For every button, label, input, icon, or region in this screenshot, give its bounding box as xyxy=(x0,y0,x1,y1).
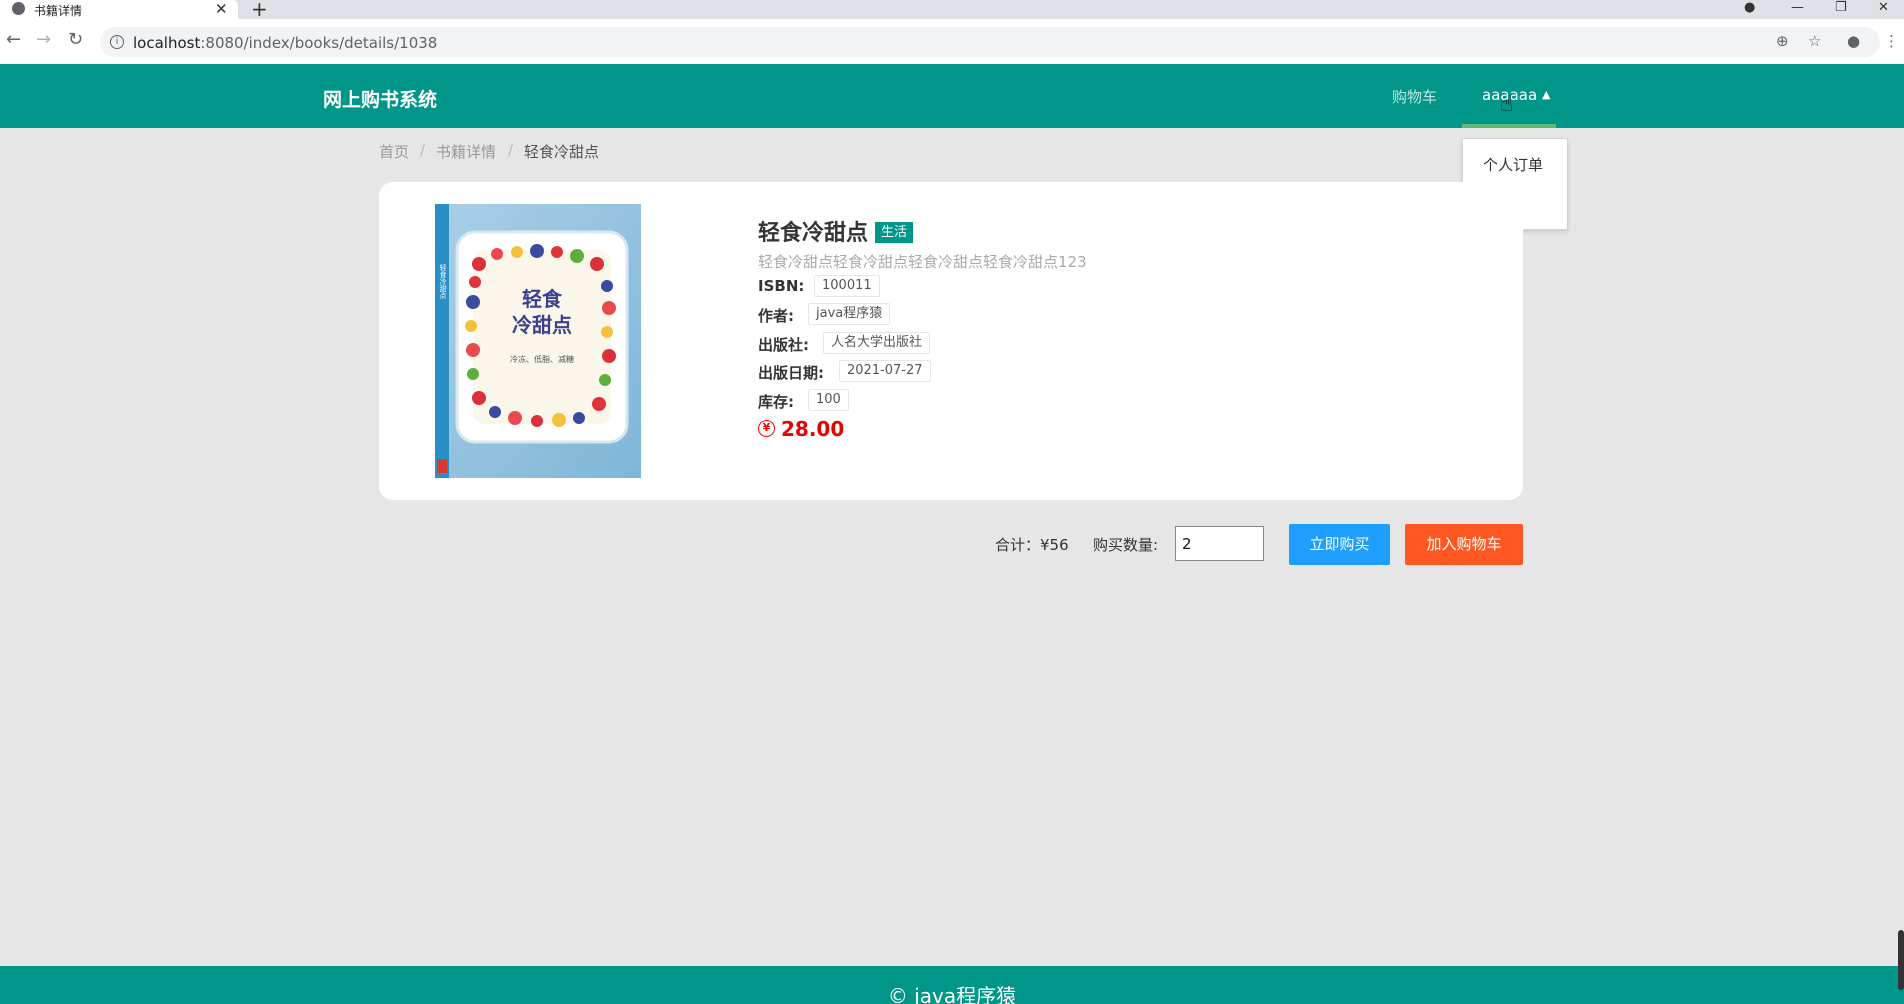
window-close-icon[interactable]: ✕ xyxy=(1878,0,1889,15)
profile-avatar-icon[interactable]: ● xyxy=(1847,32,1860,50)
url-text[interactable]: localhost:8080/index/books/details/1038 xyxy=(133,34,437,52)
profile-dropdown-icon[interactable]: ● xyxy=(1744,0,1755,15)
isbn-value: 100011 xyxy=(814,275,880,297)
nav-cart-link[interactable]: 购物车 xyxy=(1392,86,1437,107)
cover-spine-text: 轻食冷甜点 xyxy=(439,263,447,300)
category-badge: 生活 xyxy=(875,222,914,243)
add-to-cart-button[interactable]: 加入购物车 xyxy=(1405,524,1523,565)
nav-active-indicator xyxy=(1462,124,1556,128)
url-host: localhost xyxy=(133,34,201,52)
menu-kebab-icon[interactable]: ⋮ xyxy=(1884,32,1899,50)
url-path: :8080/index/books/details/1038 xyxy=(200,34,438,52)
total-price: 合计：¥56 xyxy=(995,536,1069,554)
cover-title-line2: 冷甜点 xyxy=(512,313,572,337)
yuan-icon: ¥ xyxy=(758,420,775,437)
bookmark-star-icon[interactable]: ☆ xyxy=(1808,32,1821,50)
publisher-value: 人名大学出版社 xyxy=(823,332,931,354)
info-icon[interactable]: i xyxy=(110,35,124,49)
breadcrumb-current: 轻食冷甜点 xyxy=(524,143,600,161)
isbn-label: ISBN: xyxy=(758,277,805,295)
close-tab-icon[interactable]: ✕ xyxy=(215,0,228,18)
globe-icon xyxy=(12,2,25,15)
breadcrumb-separator: / xyxy=(508,141,514,159)
app-header xyxy=(0,64,1904,128)
page-footer: © java程序猿 xyxy=(0,966,1904,1004)
browser-tab-title: 书籍详情 xyxy=(34,4,83,18)
publisher-label: 出版社: xyxy=(758,336,809,354)
caret-up-icon[interactable]: ▲ xyxy=(1542,88,1550,101)
reload-icon[interactable]: ↻ xyxy=(68,29,83,50)
buy-now-button[interactable]: 立即购买 xyxy=(1289,524,1390,565)
dropdown-item-orders[interactable]: 个人订单 xyxy=(1483,154,1543,175)
zoom-icon[interactable]: ⊕ xyxy=(1776,32,1789,50)
quantity-label: 购买数量: xyxy=(1093,536,1159,554)
stock-label: 库存: xyxy=(758,393,794,411)
author-label: 作者: xyxy=(758,307,794,325)
cover-title-line1: 轻食 xyxy=(522,287,563,311)
breadcrumb-home[interactable]: 首页 xyxy=(379,141,409,162)
quantity-input[interactable] xyxy=(1175,526,1264,561)
browser-tabstrip xyxy=(0,0,1904,19)
pubdate-label: 出版日期: xyxy=(758,364,824,382)
site-logo[interactable]: 网上购书系统 xyxy=(323,85,437,112)
scrollbar-thumb[interactable] xyxy=(1898,930,1904,990)
footer-text: © java程序猿 xyxy=(887,984,1017,1004)
book-description: 轻食冷甜点轻食冷甜点轻食冷甜点轻食冷甜点123 xyxy=(758,253,1087,271)
minimize-icon[interactable]: — xyxy=(1791,0,1804,15)
forward-icon[interactable]: → xyxy=(36,29,51,50)
book-price: 28.00 xyxy=(781,417,845,441)
cover-subtitle: 冷冻、低脂、减糖 xyxy=(510,354,574,364)
stock-value: 100 xyxy=(808,389,849,411)
hand-cursor-icon: ☝ xyxy=(1500,92,1514,117)
pubdate-value: 2021-07-27 xyxy=(839,360,931,382)
new-tab-button[interactable]: + xyxy=(251,0,268,21)
book-title: 轻食冷甜点 xyxy=(758,221,869,246)
restore-icon[interactable]: ❐ xyxy=(1835,0,1847,15)
author-value: java程序猿 xyxy=(808,303,891,325)
book-cover-image: 轻食 冷甜点 冷冻、低脂、减糖 轻食冷甜点 xyxy=(435,204,641,478)
breadcrumb-separator: / xyxy=(420,141,426,159)
back-icon[interactable]: ← xyxy=(6,29,21,50)
breadcrumb-details[interactable]: 书籍详情 xyxy=(436,141,496,162)
